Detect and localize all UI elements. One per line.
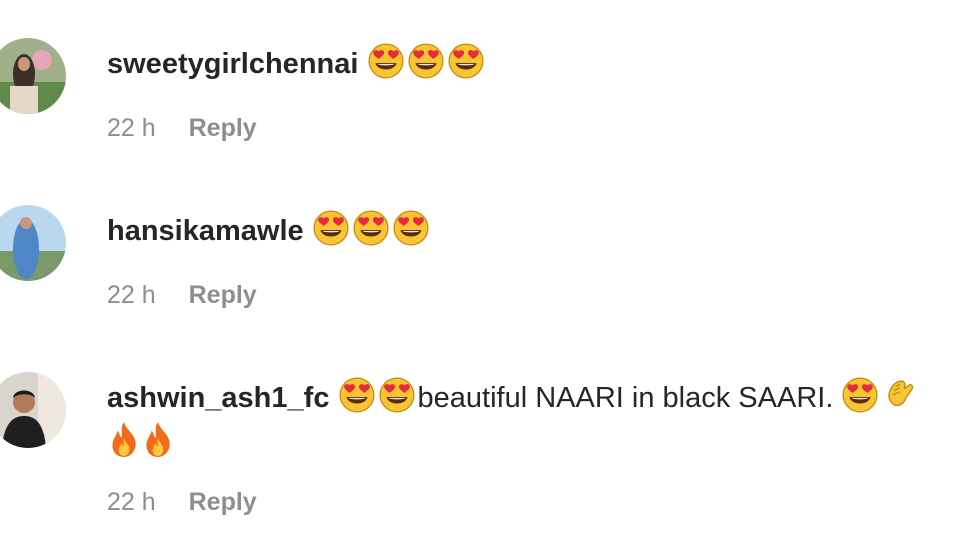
comment-timestamp: 22 h xyxy=(107,488,156,516)
comment-username[interactable]: hansikamawle xyxy=(107,215,304,247)
heart-eyes-emoji-icon xyxy=(352,209,390,247)
avatar[interactable] xyxy=(0,372,66,448)
avatar[interactable] xyxy=(0,205,66,281)
comments-list: sweetygirlchennai 22 h Reply hansikamawl… xyxy=(0,0,960,540)
comment-text: beautiful NAARI in black SAARI. xyxy=(417,382,834,414)
fire-emoji-icon xyxy=(141,420,175,458)
reply-button[interactable]: Reply xyxy=(189,281,257,309)
comment-meta: 22 h Reply xyxy=(107,281,257,310)
heart-eyes-emoji-icon xyxy=(367,42,405,80)
comment-body: ashwin_ash1_fc beautiful NAARI in black … xyxy=(107,376,960,516)
comment-line: hansikamawle xyxy=(107,209,960,249)
fire-emoji-icon xyxy=(107,420,141,458)
heart-eyes-emoji-icon xyxy=(378,376,416,414)
heart-eyes-emoji-icon xyxy=(841,376,879,414)
reply-button[interactable]: Reply xyxy=(189,114,257,142)
heart-eyes-emoji-icon xyxy=(312,209,350,247)
avatar[interactable] xyxy=(0,38,66,114)
heart-eyes-emoji-icon xyxy=(407,42,445,80)
comment-line: sweetygirlchennai xyxy=(107,42,960,82)
comment-timestamp: 22 h xyxy=(107,281,156,309)
comment-meta: 22 h Reply xyxy=(107,114,257,143)
comment-username[interactable]: sweetygirlchennai xyxy=(107,48,358,80)
comment-line-2 xyxy=(107,420,960,460)
comment-body: hansikamawle 22 h Reply xyxy=(107,209,960,309)
comment-meta: 22 h Reply xyxy=(107,488,257,517)
comment-line: ashwin_ash1_fc beautiful NAARI in black … xyxy=(107,376,960,416)
comment-timestamp: 22 h xyxy=(107,114,156,142)
heart-eyes-emoji-icon xyxy=(392,209,430,247)
comment-body: sweetygirlchennai 22 h Reply xyxy=(107,42,960,142)
heart-eyes-emoji-icon xyxy=(447,42,485,80)
reply-button[interactable]: Reply xyxy=(189,488,257,516)
heart-eyes-emoji-icon xyxy=(338,376,376,414)
clapping-hands-emoji-icon xyxy=(881,376,919,414)
comment-username[interactable]: ashwin_ash1_fc xyxy=(107,382,329,414)
